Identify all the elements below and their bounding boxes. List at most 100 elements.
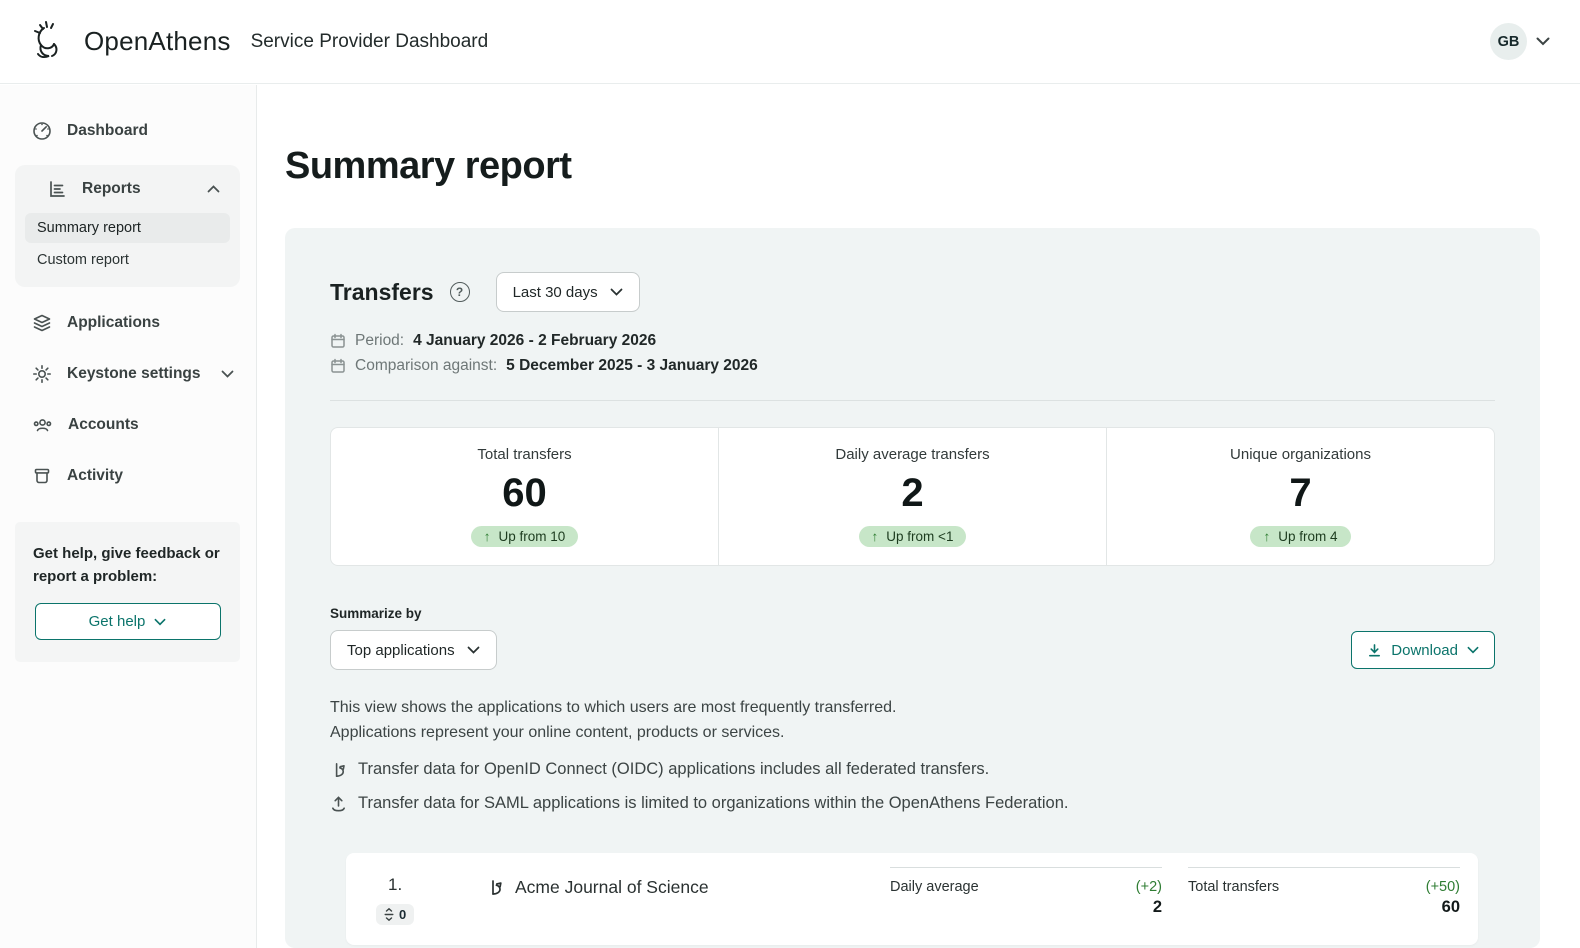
metric-value: 60 [1441,898,1460,916]
metric-delta: (+2) [1135,879,1162,895]
sidebar-item-label: Accounts [68,416,139,433]
sidebar-item-label: Activity [67,467,123,484]
download-button[interactable]: Download [1351,631,1495,669]
transfers-heading: Transfers [330,278,434,305]
saml-upload-icon [330,795,347,813]
rank-change-badge: 0 [376,904,415,925]
divider [330,400,1495,401]
sidebar: Dashboard Reports Summary report Custom … [0,85,257,948]
stat-value: 2 [901,471,924,515]
metric-label: Daily average [890,879,979,895]
sidebar-group-reports: Reports Summary report Custom report [15,165,240,287]
chevron-down-icon [154,618,166,625]
metric-value: 2 [1152,898,1162,916]
saml-note: Transfer data for SAML applications is l… [330,794,1495,813]
chevron-up-icon [207,185,220,193]
rank-change-icon [384,908,394,921]
sidebar-item-keystone-settings[interactable]: Keystone settings [0,352,256,396]
chevron-down-icon [221,370,234,378]
date-range-select[interactable]: Last 30 days [495,272,640,312]
user-avatar[interactable]: GB [1490,23,1527,60]
sidebar-item-summary-report[interactable]: Summary report [25,213,230,243]
people-icon [32,415,53,435]
transfers-panel: Transfers ? Last 30 days Period: 4 Janua… [285,228,1540,948]
summarize-by-select[interactable]: Top applications [330,630,497,670]
period-label: Period: [355,332,405,349]
dashboard-icon [32,121,52,141]
sidebar-item-applications[interactable]: Applications [0,301,256,345]
chevron-down-icon [467,646,479,654]
period-row: Period: 4 January 2026 - 2 February 2026 [330,332,1495,350]
get-help-button[interactable]: Get help [34,603,221,640]
stat-card-daily-average: Daily average transfers 2 ↑ Up from <1 [718,427,1107,566]
sidebar-item-label: Reports [82,180,141,197]
oidc-icon [330,761,347,779]
brand-wordmark: OpenAthens [84,26,231,56]
download-label: Download [1391,641,1458,659]
stat-trend-text: Up from 10 [498,529,566,544]
download-icon [1369,643,1381,656]
calendar-icon [330,358,346,374]
top-header: OpenAthens Service Provider Dashboard GB [0,0,1580,84]
applications-icon [32,313,52,333]
sidebar-item-label: Applications [67,314,161,331]
summarize-by-value: Top applications [347,641,455,659]
stat-card-total-transfers: Total transfers 60 ↑ Up from 10 [330,427,719,566]
application-name: Acme Journal of Science [515,877,709,897]
sidebar-item-label: Dashboard [67,122,148,139]
metric-total-transfers: Total transfers (+50) 60 [1188,867,1460,917]
rank-number: 1. [388,875,403,894]
up-arrow-icon: ↑ [1263,529,1271,544]
calendar-icon [330,333,346,349]
openathens-brand[interactable]: OpenAthens [30,20,231,64]
stat-trend-badge: ↑ Up from 4 [1250,526,1351,547]
gear-icon [32,364,52,384]
view-description-line1: This view shows the applications to whic… [330,699,897,716]
stats-cards: Total transfers 60 ↑ Up from 10 Daily av… [330,427,1495,566]
page-title: Summary report [285,145,572,187]
metric-label: Total transfers [1188,879,1280,895]
stat-trend-badge: ↑ Up from 10 [470,526,579,547]
comparison-label: Comparison against: [355,357,498,374]
stat-label: Total transfers [477,446,572,463]
user-menu-chevron-icon[interactable] [1536,37,1550,46]
reports-icon [47,179,67,199]
date-range-value: Last 30 days [512,283,598,301]
sidebar-item-dashboard[interactable]: Dashboard [0,109,256,153]
up-arrow-icon: ↑ [871,529,879,544]
sidebar-item-custom-report[interactable]: Custom report [25,245,230,275]
saml-note-text: Transfer data for SAML applications is l… [358,794,1069,812]
up-arrow-icon: ↑ [483,529,491,544]
application-row[interactable]: 1. 0 Acme Journal of Science Daily avera [346,853,1478,945]
view-description-line2: Applications represent your online conte… [330,723,785,741]
help-circle-icon[interactable]: ? [449,282,470,302]
sidebar-item-accounts[interactable]: Accounts [0,403,256,447]
stat-label: Daily average transfers [835,446,990,463]
app-title: Service Provider Dashboard [250,30,489,52]
stat-value: 60 [502,471,547,515]
comparison-row: Comparison against: 5 December 2025 - 3 … [330,357,1495,375]
openathens-logo-icon [30,20,74,64]
main-content: Summary report Transfers ? Last 30 days … [258,85,1580,948]
sidebar-item-label: Keystone settings [67,365,201,382]
oidc-note-text: Transfer data for OpenID Connect (OIDC) … [358,760,990,778]
sidebar-item-activity[interactable]: Activity [0,454,256,498]
get-help-label: Get help [88,613,146,630]
metric-daily-average: Daily average (+2) 2 [890,867,1162,917]
stat-trend-badge: ↑ Up from <1 [858,526,967,547]
metric-delta: (+50) [1425,879,1460,895]
chevron-down-icon [1467,646,1479,654]
stat-label: Unique organizations [1230,446,1371,463]
stat-card-unique-organizations: Unique organizations 7 ↑ Up from 4 [1106,427,1495,566]
stat-trend-text: Up from <1 [886,529,954,544]
help-box: Get help, give feedback or report a prob… [15,522,240,662]
comparison-value: 5 December 2025 - 3 January 2026 [506,357,758,374]
archive-box-icon [32,466,52,486]
chevron-down-icon [610,288,623,296]
rank-change-value: 0 [399,907,407,922]
oidc-note: Transfer data for OpenID Connect (OIDC) … [330,760,1495,779]
period-value: 4 January 2026 - 2 February 2026 [413,332,657,349]
stat-value: 7 [1289,471,1312,515]
summarize-by-label: Summarize by [330,606,422,621]
sidebar-item-reports[interactable]: Reports [19,167,236,211]
